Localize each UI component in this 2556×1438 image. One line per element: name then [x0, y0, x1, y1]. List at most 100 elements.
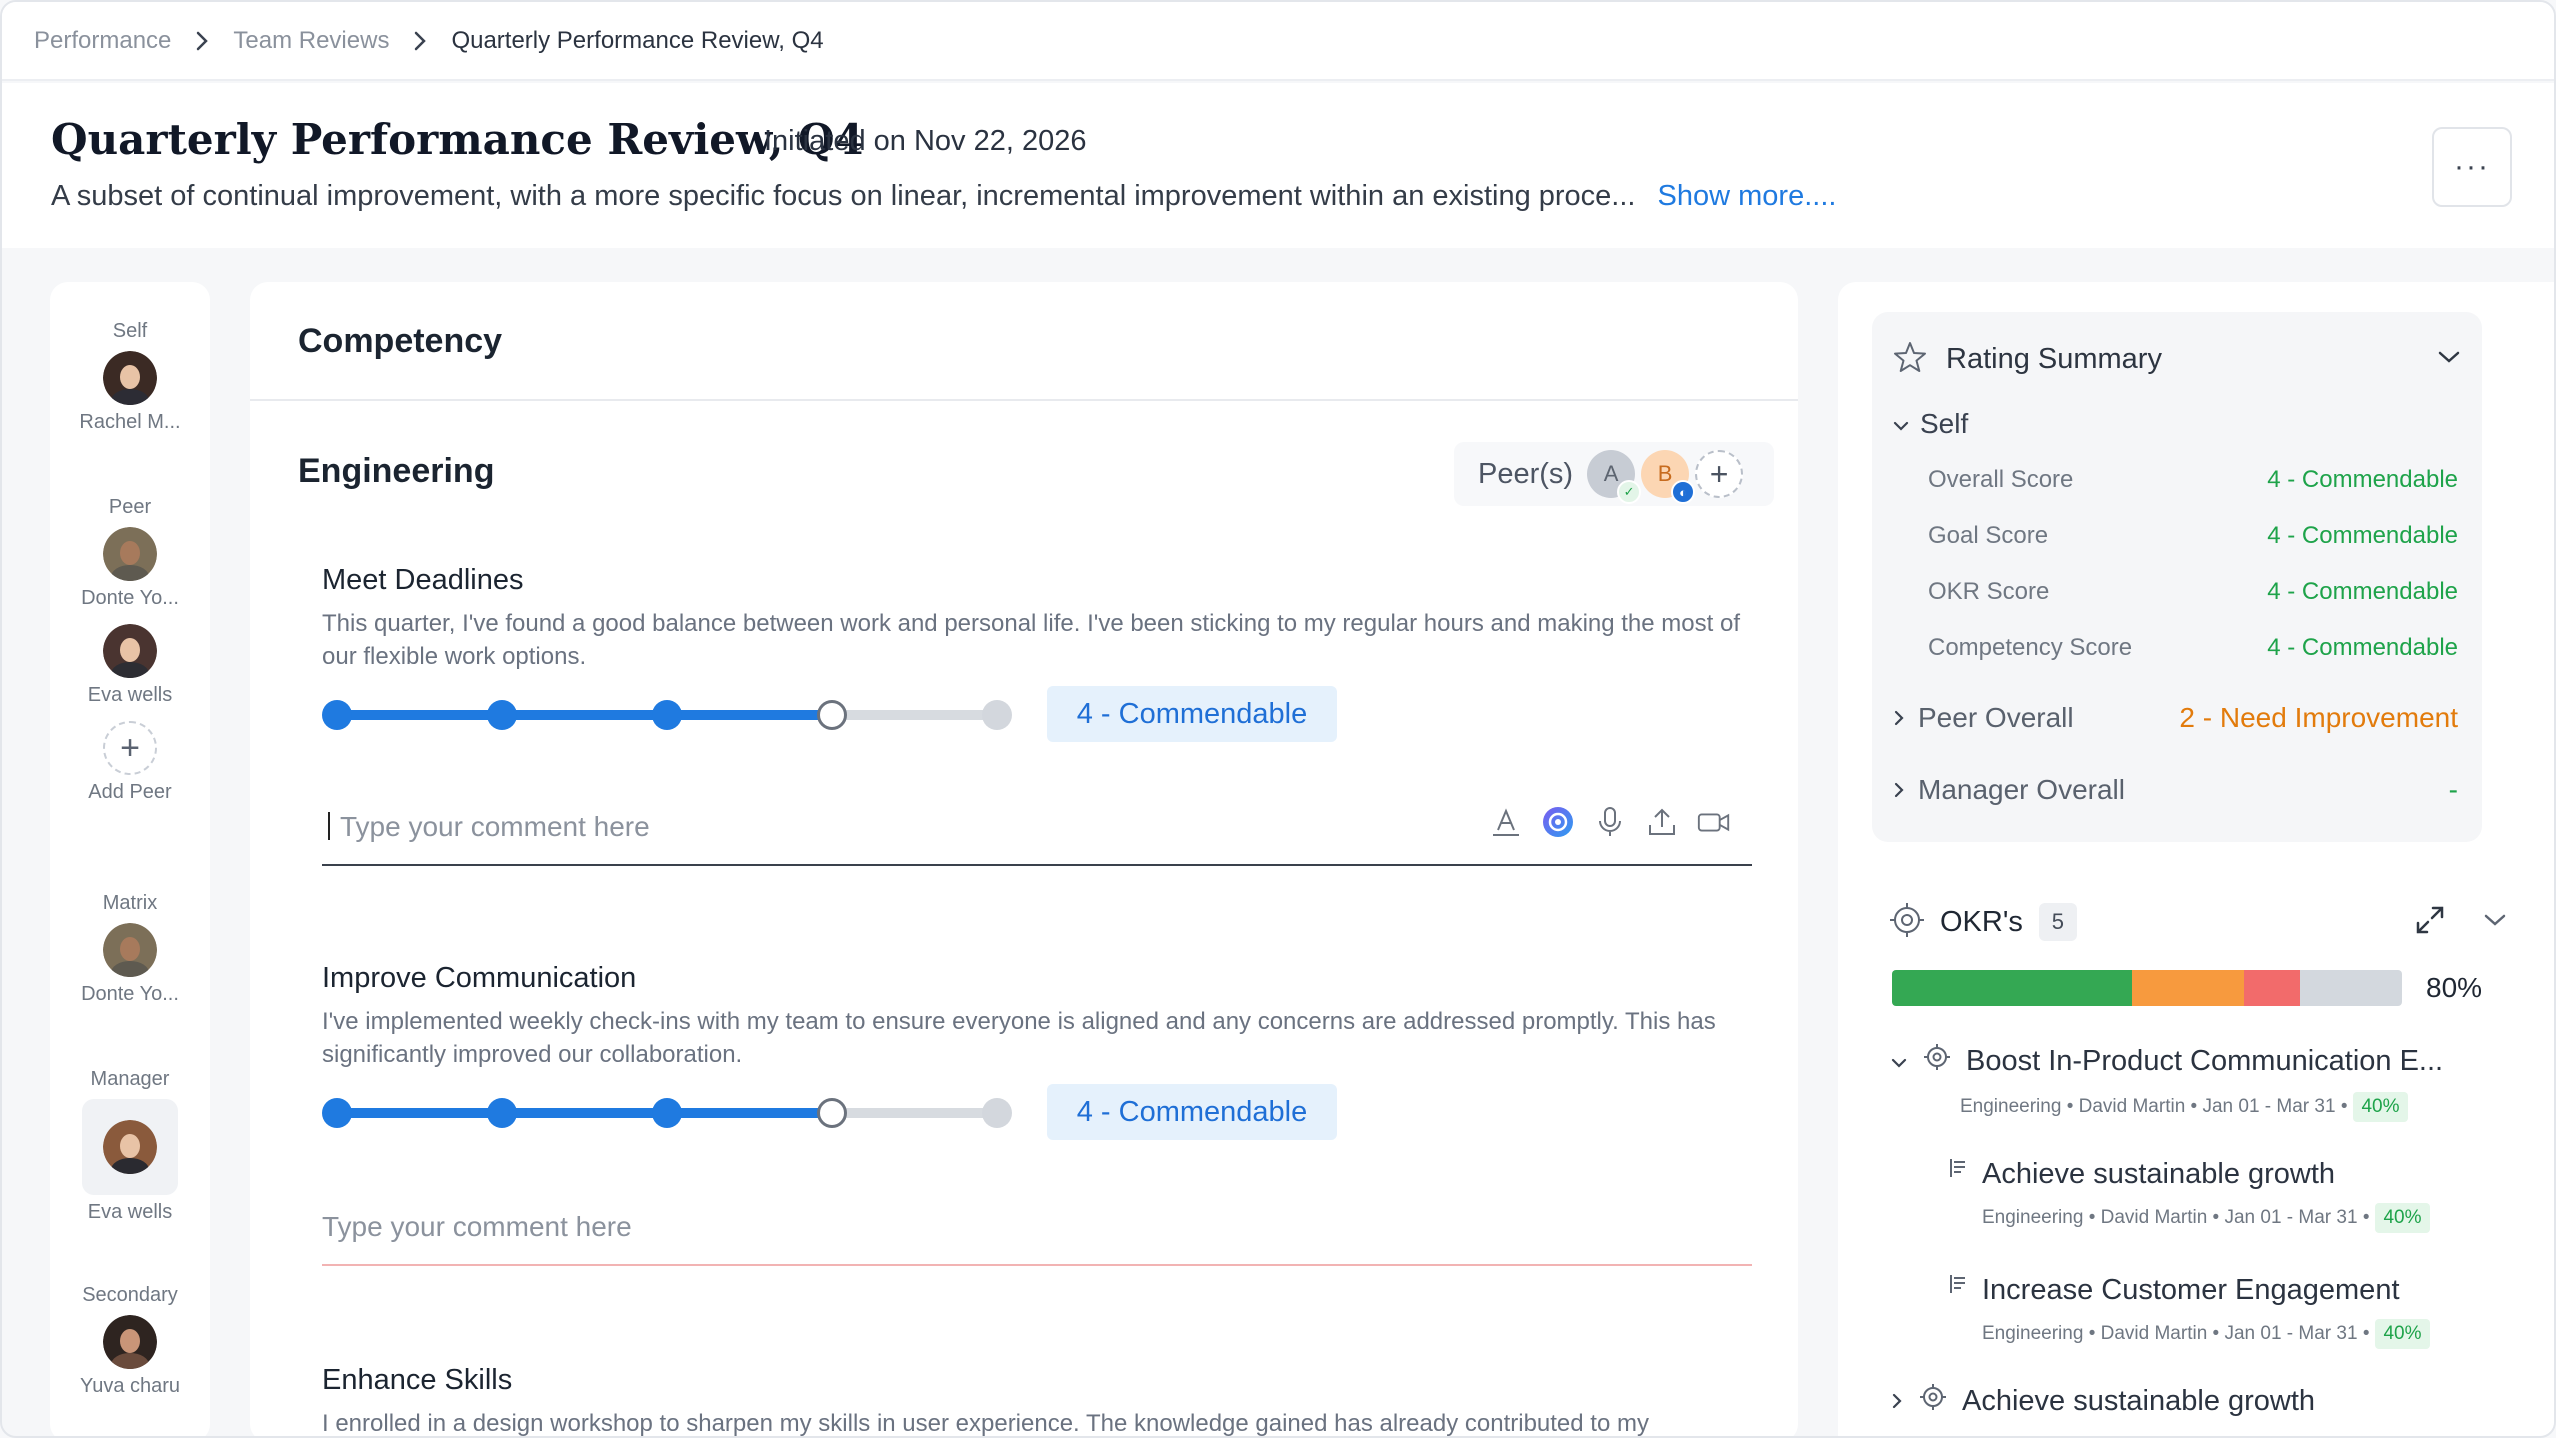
- competency-panel: Competency Engineering Peer(s) A ✓ B ◐ +…: [250, 282, 1798, 1436]
- okr-progress-badge: 40%: [2375, 1319, 2430, 1349]
- breadcrumb: Performance Team Reviews Quarterly Perfo…: [2, 2, 2554, 81]
- peer-reviewers: Peer(s) A ✓ B ◐ +: [1454, 442, 1774, 506]
- breadcrumb-performance[interactable]: Performance: [34, 27, 171, 55]
- okr-progress-bar: [1892, 970, 2402, 1006]
- expand-icon[interactable]: [2414, 904, 2446, 941]
- check-icon: ✓: [1617, 480, 1642, 504]
- slider-step[interactable]: [652, 700, 682, 730]
- rating-summary-header[interactable]: Rating Summary: [1892, 334, 2462, 384]
- section-title: Engineering: [298, 452, 495, 490]
- slider-step[interactable]: [652, 1098, 682, 1128]
- rail-peer-label: Peer: [108, 496, 152, 518]
- competency-item: Meet Deadlines This quarter, I've found …: [322, 564, 1752, 866]
- okr-item-meta: Engineering • David Martin • Jan 01 - Ma…: [1960, 1096, 2348, 1117]
- slider-step[interactable]: [487, 700, 517, 730]
- rail-peer-group: Peer Donte Yo... Eva wells + Add Peer: [50, 496, 210, 804]
- rating-badge: 4 - Commendable: [1047, 1084, 1337, 1140]
- chevron-down-icon[interactable]: [2436, 348, 2462, 371]
- chevron-down-icon[interactable]: [2482, 911, 2508, 934]
- chevron-down-icon[interactable]: [1890, 1045, 1908, 1078]
- rail-manager[interactable]: Manager Eva wells: [50, 1068, 210, 1224]
- rail-peer-1-name: Donte Yo...: [81, 587, 179, 609]
- slider-step[interactable]: [322, 1098, 352, 1128]
- score-label: Goal Score: [1928, 522, 2049, 549]
- competency-description: This quarter, I've found a good balance …: [322, 610, 1740, 670]
- rail-secondary[interactable]: Secondary Yuva charu: [50, 1284, 210, 1398]
- okr-key-result[interactable]: Increase Customer Engagement Engineering…: [1948, 1274, 2430, 1349]
- slider-step[interactable]: [487, 1098, 517, 1128]
- rail-self-label: Self: [112, 320, 148, 342]
- breadcrumb-current: Quarterly Performance Review, Q4: [451, 26, 824, 54]
- comment-input[interactable]: [322, 1190, 1422, 1264]
- chevron-right-icon[interactable]: [1890, 1385, 1904, 1418]
- divider: [250, 399, 1798, 401]
- self-scores-toggle[interactable]: Self: [1892, 408, 1968, 440]
- okr-item[interactable]: Achieve sustainable growth: [1890, 1382, 2315, 1420]
- avatar: [103, 527, 157, 581]
- comment-box: [322, 790, 1752, 866]
- progress-segment: [2243, 970, 2300, 1006]
- app-frame: Performance Team Reviews Quarterly Perfo…: [0, 0, 2556, 1438]
- ai-assist-icon[interactable]: [1540, 804, 1576, 840]
- slider-thumb[interactable]: [817, 700, 847, 730]
- comment-underline: [322, 1264, 1752, 1266]
- text-format-icon[interactable]: [1488, 804, 1524, 840]
- rating-summary-title: Rating Summary: [1946, 342, 2162, 375]
- video-icon[interactable]: [1696, 804, 1732, 840]
- manager-overall-label: Manager Overall: [1918, 774, 2125, 805]
- comment-toolbar: [1488, 804, 1732, 840]
- self-label: Self: [1920, 408, 1969, 439]
- rating-slider[interactable]: [322, 1092, 1012, 1132]
- add-peer-button[interactable]: + Add Peer: [50, 721, 210, 804]
- key-result-icon: [1948, 1154, 1968, 1187]
- manager-overall-row[interactable]: Manager Overall -: [1892, 774, 2458, 806]
- score-label: Competency Score: [1928, 634, 2133, 661]
- score-row: Overall Score 4 - Commendable: [1928, 466, 2458, 494]
- reviewer-rail: Self Rachel M... Peer Donte Yo... Eva we…: [50, 282, 210, 1436]
- avatar: [103, 1120, 157, 1174]
- rail-peer-1[interactable]: Donte Yo...: [50, 527, 210, 610]
- add-peer-reviewer-button[interactable]: +: [1695, 450, 1744, 498]
- rail-manager-label: Manager: [90, 1068, 170, 1090]
- rating-badge: 4 - Commendable: [1047, 686, 1337, 742]
- more-options-button[interactable]: ···: [2432, 127, 2512, 207]
- score-value: 4 - Commendable: [2267, 578, 2458, 605]
- upload-icon[interactable]: [1644, 804, 1680, 840]
- okr-item-meta: Engineering • David Martin • Jan 01 - Ma…: [1982, 1207, 2370, 1228]
- score-value: 4 - Commendable: [2267, 466, 2458, 493]
- avatar: [103, 1315, 157, 1369]
- slider-thumb[interactable]: [817, 1098, 847, 1128]
- slider-step[interactable]: [982, 1098, 1012, 1128]
- target-icon: [1888, 901, 1926, 944]
- okr-item[interactable]: Boost In-Product Communication E... Engi…: [1890, 1042, 2443, 1122]
- rail-matrix[interactable]: Matrix Donte Yo...: [50, 892, 210, 1006]
- okr-item-title: Boost In-Product Communication E...: [1966, 1044, 2444, 1077]
- peer-chip-a[interactable]: A ✓: [1587, 450, 1642, 504]
- rail-self-name: Rachel M...: [79, 411, 181, 433]
- manager-overall-value: -: [2448, 774, 2458, 805]
- rail-secondary-name: Yuva charu: [79, 1375, 181, 1397]
- slider-step[interactable]: [982, 700, 1012, 730]
- show-more-link[interactable]: Show more....: [1658, 180, 1837, 212]
- microphone-icon[interactable]: [1592, 804, 1628, 840]
- peer-chip-b[interactable]: B ◐: [1641, 450, 1696, 504]
- okr-item-title: Increase Customer Engagement: [1982, 1274, 2400, 1306]
- rating-slider[interactable]: [322, 694, 1012, 734]
- score-value: 4 - Commendable: [2267, 522, 2458, 549]
- slider-step[interactable]: [322, 700, 352, 730]
- key-result-icon: [1948, 1270, 1968, 1303]
- score-row: OKR Score 4 - Commendable: [1928, 578, 2458, 606]
- peer-chip-b-letter: B: [1657, 461, 1673, 486]
- chevron-down-icon: [1892, 408, 1910, 440]
- manager-selected: [82, 1099, 178, 1195]
- breadcrumb-team-reviews[interactable]: Team Reviews: [233, 27, 389, 55]
- comment-input[interactable]: [322, 790, 1422, 864]
- peer-overall-row[interactable]: Peer Overall 2 - Need Improvement: [1892, 702, 2458, 734]
- rail-peer-2[interactable]: Eva wells: [50, 624, 210, 707]
- peer-overall-label: Peer Overall: [1918, 702, 2074, 733]
- okr-key-result[interactable]: Achieve sustainable growth Engineering •…: [1948, 1158, 2430, 1233]
- rail-self[interactable]: Self Rachel M...: [50, 320, 210, 434]
- okr-item-title: Achieve sustainable growth: [1982, 1158, 2336, 1190]
- progress-segment: [1892, 970, 2132, 1006]
- okr-item-title: Achieve sustainable growth: [1962, 1384, 2316, 1417]
